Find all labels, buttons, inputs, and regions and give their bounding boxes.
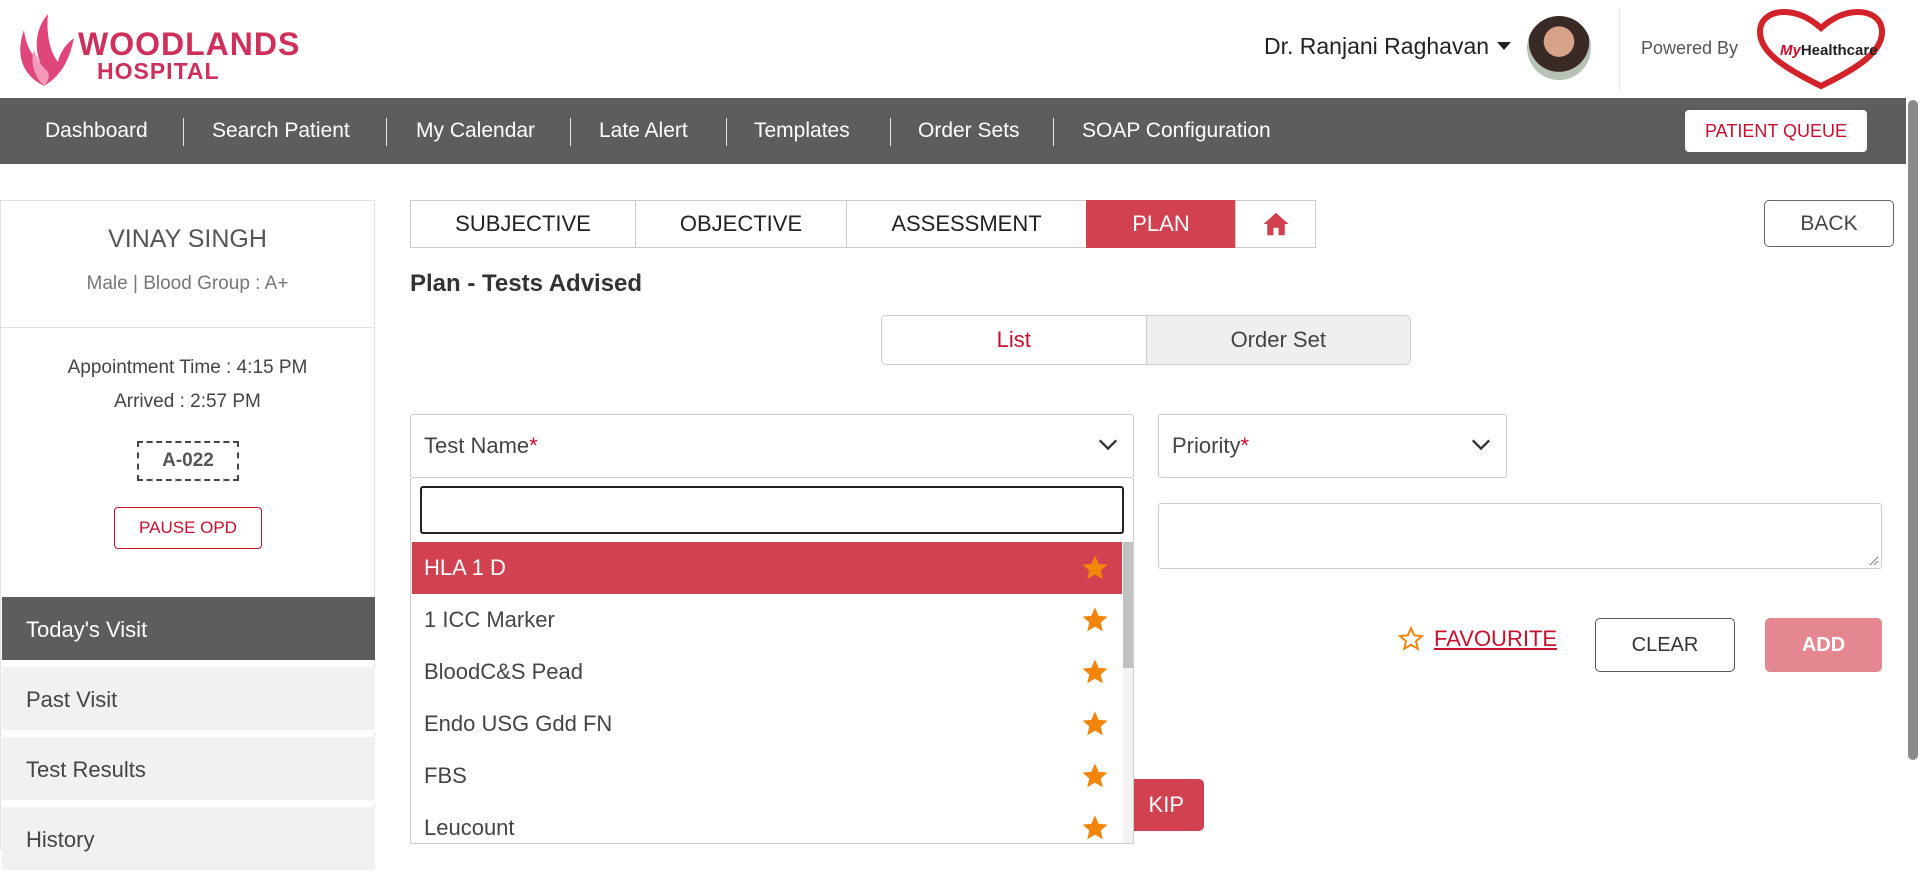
option-label: HLA 1 D [424,555,506,580]
dropdown-search-input[interactable] [420,486,1124,534]
star-filled-icon[interactable] [1080,813,1110,843]
patient-panel: VINAY SINGH Male | Blood Group : A+ Appo… [0,200,375,873]
star-filled-icon[interactable] [1080,761,1110,791]
avatar[interactable] [1527,16,1591,80]
tab-home[interactable] [1235,200,1316,248]
nav-my-calendar[interactable]: My Calendar [416,98,535,164]
star-filled-icon[interactable] [1080,709,1110,739]
token-number: A-022 [137,441,239,481]
option-label: Leucount [424,815,515,840]
patient-name: VINAY SINGH [108,225,267,253]
nav-divider [890,118,891,146]
nav-divider [570,118,571,146]
arrived-time: Arrived : 2:57 PM [114,391,261,412]
chevron-down-icon [1471,439,1491,451]
flame-logo-icon [20,14,74,86]
panel-divider [1,327,374,328]
list-orderset-toggle: List Order Set [881,315,1411,365]
nav-order-sets[interactable]: Order Sets [918,98,1020,164]
sidebar-item-todays-visit[interactable]: Today's Visit [2,597,375,663]
clear-button[interactable]: CLEAR [1595,618,1735,672]
tab-objective[interactable]: OBJECTIVE [635,200,847,248]
star-filled-icon[interactable] [1080,657,1110,687]
toggle-order-set[interactable]: Order Set [1145,316,1410,364]
tab-assessment[interactable]: ASSESSMENT [846,200,1087,248]
nav-divider [386,118,387,146]
tab-subjective[interactable]: SUBJECTIVE [410,200,636,248]
partner-logo-text: MyHealthcare [1780,42,1878,59]
dropdown-option[interactable]: 1 ICC Marker [412,594,1122,646]
resize-handle-icon[interactable] [1867,554,1879,566]
nav-dashboard[interactable]: Dashboard [45,98,148,164]
nav-soap-configuration[interactable]: SOAP Configuration [1082,98,1271,164]
sidebar-item-test-results[interactable]: Test Results [2,737,375,803]
required-mark: * [1240,433,1250,458]
app-header: WOODLANDS HOSPITAL Dr. Ranjani Raghavan … [0,0,1920,98]
page-scrollbar-thumb[interactable] [1908,100,1918,760]
nav-templates[interactable]: Templates [754,98,850,164]
option-label: FBS [424,763,467,788]
dropdown-option[interactable]: Endo USG Gdd FN [412,698,1122,750]
favourite-link[interactable]: FAVOURITE [1398,624,1557,654]
nav-divider [183,118,184,146]
patient-meta: Male | Blood Group : A+ [86,273,289,294]
test-name-label: Test Name [424,433,530,458]
option-label: 1 ICC Marker [424,607,555,632]
add-button[interactable]: ADD [1765,618,1882,672]
home-icon [1263,212,1288,236]
option-label: BloodC&S Pead [424,659,583,684]
header-divider [1619,8,1620,90]
soap-tabs: SUBJECTIVE OBJECTIVE ASSESSMENT PLAN [410,200,1316,248]
nav-late-alert[interactable]: Late Alert [599,98,688,164]
nav-divider [1053,118,1054,146]
logo-text-line2: HOSPITAL [97,58,220,84]
chevron-down-icon [1098,439,1118,451]
priority-label: Priority [1172,433,1241,458]
test-name-select[interactable]: Test Name* [410,414,1134,478]
dropdown-options: HLA 1 D 1 ICC Marker BloodC&S Pead Endo … [412,542,1122,843]
nav-divider [726,118,727,146]
patient-queue-button[interactable]: PATIENT QUEUE [1685,110,1867,152]
dropdown-option[interactable]: FBS [412,750,1122,802]
test-name-dropdown: HLA 1 D 1 ICC Marker BloodC&S Pead Endo … [410,478,1134,844]
dropdown-option[interactable]: BloodC&S Pead [412,646,1122,698]
star-filled-icon[interactable] [1080,605,1110,635]
back-button[interactable]: BACK [1764,200,1894,247]
sidebar-item-past-visit[interactable]: Past Visit [2,667,375,733]
dropdown-scrollbar-thumb[interactable] [1123,542,1133,668]
dropdown-option[interactable]: Leucount [412,802,1122,843]
powered-by-label: Powered By [1641,38,1739,58]
appointment-time: Appointment Time : 4:15 PM [67,357,308,378]
star-filled-icon[interactable] [1080,553,1110,583]
nav-search-patient[interactable]: Search Patient [212,98,350,164]
pause-opd-button[interactable]: PAUSE OPD [114,507,262,549]
user-menu[interactable]: Dr. Ranjani Raghavan [1264,28,1512,64]
favourite-label: FAVOURITE [1434,626,1558,651]
tab-plan[interactable]: PLAN [1086,200,1236,248]
priority-select[interactable]: Priority* [1158,414,1507,478]
remarks-textarea[interactable] [1158,503,1882,569]
main-nav: Dashboard Search Patient My Calendar Lat… [0,98,1920,164]
toggle-list[interactable]: List [882,316,1146,364]
dropdown-option[interactable]: HLA 1 D [412,542,1122,594]
option-label: Endo USG Gdd FN [424,711,613,736]
caret-down-icon [1497,42,1512,50]
woodlands-logo[interactable]: WOODLANDS HOSPITAL [14,12,299,88]
sidebar-item-history[interactable]: History [2,807,375,873]
star-outline-icon [1398,626,1424,651]
required-mark: * [529,433,538,458]
user-name: Dr. Ranjani Raghavan [1264,32,1490,59]
section-title: Plan - Tests Advised [410,270,643,297]
